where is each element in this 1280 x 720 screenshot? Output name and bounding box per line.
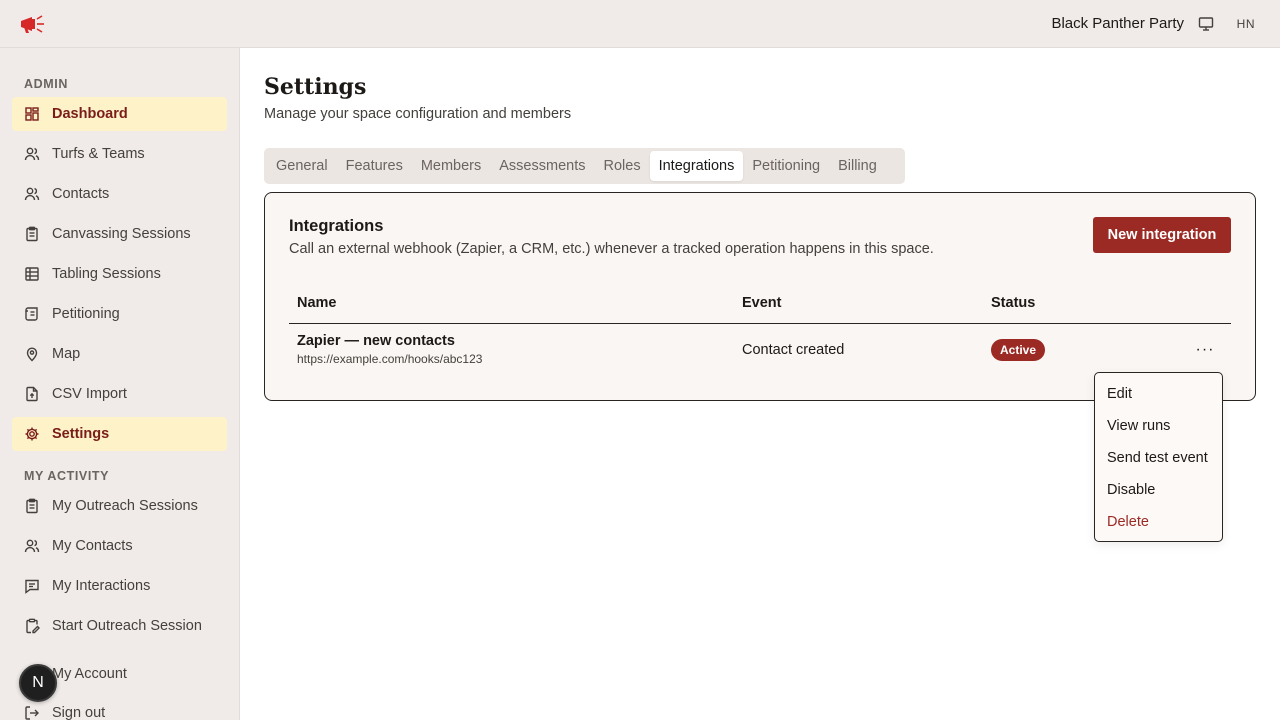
sidebar-item-contacts[interactable]: Contacts: [12, 177, 227, 211]
table-header: Name Event Status: [289, 285, 1231, 324]
sidebar-item-label: Tabling Sessions: [52, 266, 161, 282]
sidebar-item-label: Canvassing Sessions: [52, 226, 191, 242]
sidebar-item-label: My Contacts: [52, 538, 133, 554]
row-actions-menu: Edit View runs Send test event Disable D…: [1094, 372, 1223, 542]
column-header-event: Event: [742, 295, 782, 311]
sidebar-item-start-outreach-session[interactable]: Start Outreach Session: [12, 609, 227, 643]
sidebar-section-my-activity: MY ACTIVITY: [24, 469, 110, 483]
new-integration-button[interactable]: New integration: [1093, 217, 1231, 253]
file-upload-icon: [24, 386, 40, 402]
monitor-icon[interactable]: [1198, 16, 1214, 32]
sidebar-item-label: Map: [52, 346, 81, 362]
sign-out-icon: [24, 705, 40, 720]
tab-roles[interactable]: Roles: [595, 151, 650, 181]
top-bar: Black Panther Party HN: [0, 0, 1280, 48]
floating-avatar-button[interactable]: N: [19, 664, 57, 702]
integration-url: https://example.com/hooks/abc123: [297, 352, 483, 366]
tab-general[interactable]: General: [267, 151, 337, 181]
sidebar-item-settings[interactable]: Settings: [12, 417, 227, 451]
megaphone-logo-icon[interactable]: [18, 13, 46, 35]
users-icon: [24, 538, 40, 554]
clipboard-icon: [24, 226, 40, 242]
clipboard-edit-icon: [24, 618, 40, 634]
sidebar-item-label: Contacts: [52, 186, 110, 202]
message-icon: [24, 578, 40, 594]
sidebar-item-petitioning[interactable]: Petitioning: [12, 297, 227, 331]
space-name[interactable]: Black Panther Party: [1051, 15, 1184, 32]
more-actions-button[interactable]: ···: [1189, 336, 1221, 364]
table-row[interactable]: Zapier — new contacts https://example.co…: [289, 324, 1231, 376]
sidebar-item-label: Settings: [52, 426, 110, 442]
status-badge: Active: [991, 339, 1046, 361]
sidebar-item-label: Sign out: [52, 705, 106, 720]
integrations-card: Integrations Call an external webhook (Z…: [264, 192, 1256, 401]
sidebar-item-label: Petitioning: [52, 306, 120, 322]
page-title: Settings: [264, 74, 367, 100]
sidebar-item-tabling-sessions[interactable]: Tabling Sessions: [12, 257, 227, 291]
sidebar-item-label: My Outreach Sessions: [52, 498, 198, 514]
scroll-icon: [24, 306, 40, 322]
sidebar-item-label: CSV Import: [52, 386, 127, 402]
sidebar-item-turfs-teams[interactable]: Turfs & Teams: [12, 137, 227, 171]
integration-name: Zapier — new contacts: [297, 333, 455, 349]
users-icon: [24, 146, 40, 162]
integration-event: Contact created: [742, 342, 845, 358]
menu-item-delete[interactable]: Delete: [1095, 506, 1222, 538]
sidebar-item-label: My Account: [52, 666, 127, 682]
page-subtitle: Manage your space configuration and memb…: [264, 106, 572, 122]
tab-integrations[interactable]: Integrations: [649, 151, 744, 181]
clipboard-icon: [24, 498, 40, 514]
map-pin-icon: [24, 346, 40, 362]
sidebar-item-label: Dashboard: [52, 106, 128, 122]
settings-tabs: General Features Members Assessments Rol…: [264, 148, 905, 184]
tab-petitioning[interactable]: Petitioning: [743, 151, 829, 181]
menu-item-edit[interactable]: Edit: [1095, 378, 1222, 410]
sidebar-item-my-interactions[interactable]: My Interactions: [12, 569, 227, 603]
users-icon: [24, 186, 40, 202]
sidebar-item-label: My Interactions: [52, 578, 151, 594]
menu-item-disable[interactable]: Disable: [1095, 474, 1222, 506]
tab-billing[interactable]: Billing: [829, 151, 886, 181]
integrations-table: Name Event Status Zapier — new contacts …: [289, 285, 1231, 376]
tab-features[interactable]: Features: [337, 151, 412, 181]
sidebar-item-csv-import[interactable]: CSV Import: [12, 377, 227, 411]
table-icon: [24, 266, 40, 282]
integrations-description: Call an external webhook (Zapier, a CRM,…: [289, 241, 934, 257]
sidebar-item-my-contacts[interactable]: My Contacts: [12, 529, 227, 563]
sidebar-item-canvassing-sessions[interactable]: Canvassing Sessions: [12, 217, 227, 251]
user-initials-avatar[interactable]: HN: [1237, 17, 1255, 31]
sidebar-item-map[interactable]: Map: [12, 337, 227, 371]
gear-icon: [24, 426, 40, 442]
sidebar-item-dashboard[interactable]: Dashboard: [12, 97, 227, 131]
sidebar-item-label: Turfs & Teams: [52, 146, 145, 162]
sidebar-item-label: Start Outreach Session: [52, 618, 202, 634]
menu-item-view-runs[interactable]: View runs: [1095, 410, 1222, 442]
dashboard-icon: [24, 106, 40, 122]
column-header-status: Status: [991, 295, 1036, 311]
sidebar: ADMIN Dashboard Turfs & Teams Contacts C…: [0, 48, 240, 720]
sidebar-item-my-outreach-sessions[interactable]: My Outreach Sessions: [12, 489, 227, 523]
sidebar-section-admin: ADMIN: [24, 77, 68, 91]
tab-assessments[interactable]: Assessments: [490, 151, 594, 181]
tab-members[interactable]: Members: [412, 151, 490, 181]
menu-item-send-test-event[interactable]: Send test event: [1095, 442, 1222, 474]
integrations-title: Integrations: [289, 217, 384, 235]
column-header-name: Name: [297, 295, 337, 311]
